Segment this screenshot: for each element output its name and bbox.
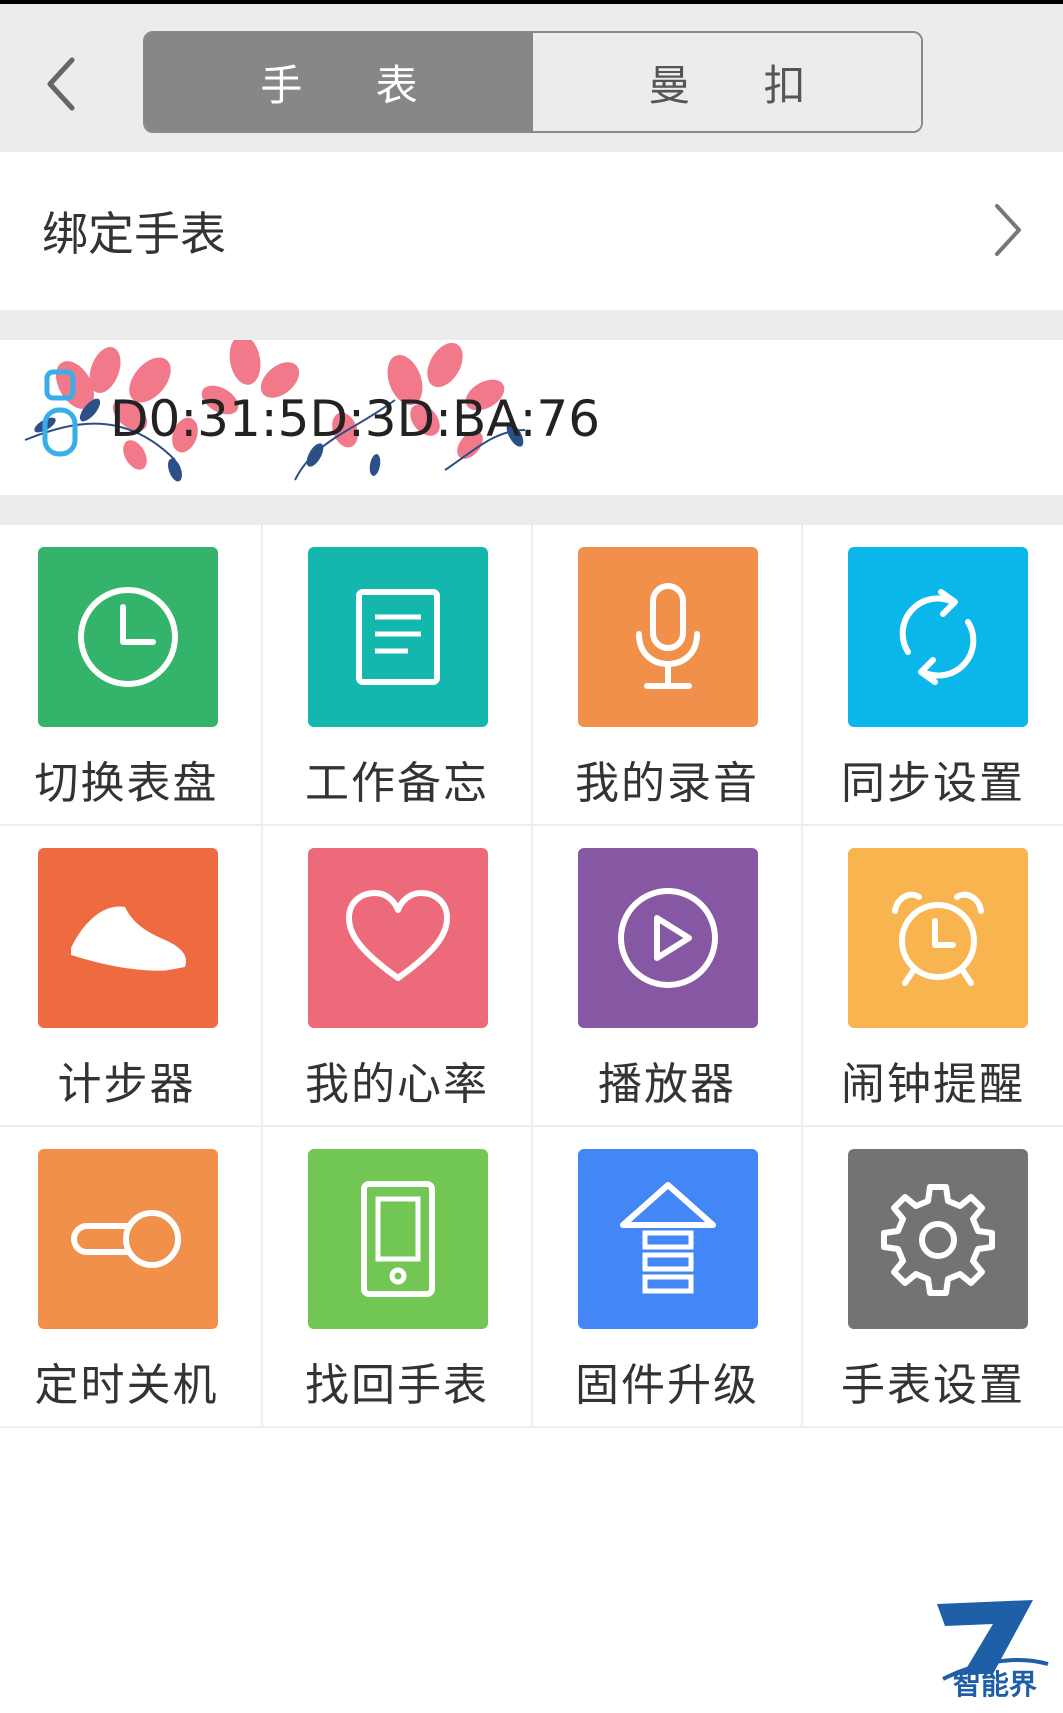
feature-tile [308,547,488,727]
bind-watch-row[interactable]: 绑定手表 [0,152,1063,310]
feature-tile [578,848,758,1028]
feature-label: 工作备忘 [305,758,489,809]
feature-label: 定时关机 [34,1360,219,1411]
feature-tile [578,1149,758,1329]
toggle-icon [71,1210,181,1268]
feature-find-watch[interactable]: 找回手表 [263,1127,533,1428]
feature-tile [308,1149,488,1329]
watermark-text: 智能界 [953,1668,1038,1701]
feature-label: 切换表盘 [34,758,219,809]
feature-tile [38,848,218,1028]
feature-label: 手表设置 [841,1360,1025,1411]
heart-icon [346,890,450,981]
alarm-clock-icon [892,891,984,986]
sneaker-icon [71,906,187,974]
tab-watch[interactable]: 手 表 [145,33,533,131]
feature-alarm-reminder[interactable]: 闹钟提醒 [803,826,1063,1127]
chevron-right-icon [995,204,1021,256]
feature-label: 我的录音 [575,758,759,809]
upgrade-icon [620,1182,716,1294]
tab-mankou[interactable]: 曼 扣 [533,33,921,131]
feature-label: 播放器 [598,1059,736,1110]
device-row[interactable]: D0:31:5D:3D:BA:76 [0,340,1063,495]
feature-player[interactable]: 播放器 [533,826,803,1127]
microphone-icon [636,583,700,689]
section-divider [0,495,1063,525]
device-type-segmented-control: 手 表 曼 扣 [143,31,923,133]
feature-tile [578,547,758,727]
feature-firmware-upgrade[interactable]: 固件升级 [533,1127,803,1428]
top-bar: 手 表 曼 扣 [0,0,1063,152]
feature-label: 固件升级 [575,1360,759,1411]
feature-sync-settings[interactable]: 同步设置 [803,525,1063,826]
device-mac-address: D0:31:5D:3D:BA:76 [110,390,601,448]
feature-label: 同步设置 [841,758,1025,809]
feature-grid: 切换表盘 工作备忘 我的录音 同步设置 计步器 我的心率 播放器 闹钟提醒 定时… [0,525,1063,1428]
feature-tile [38,1149,218,1329]
feature-tile [38,547,218,727]
feature-tile [308,848,488,1028]
feature-label: 闹钟提醒 [841,1059,1025,1110]
feature-label: 我的心率 [305,1059,489,1110]
bind-watch-label: 绑定手表 [42,207,226,261]
memo-icon [356,589,440,685]
feature-watch-settings[interactable]: 手表设置 [803,1127,1063,1428]
feature-pedometer[interactable]: 计步器 [0,826,263,1127]
section-divider [0,310,1063,340]
back-button[interactable] [30,44,90,124]
clock-icon [78,587,178,687]
feature-tile [848,848,1028,1028]
play-icon [618,888,718,988]
feature-label: 找回手表 [305,1360,489,1411]
feature-work-memo[interactable]: 工作备忘 [263,525,533,826]
feature-label: 计步器 [57,1059,196,1110]
watermark-logo: 智能界 [923,1594,1053,1709]
phone-icon [361,1181,435,1297]
feature-my-recordings[interactable]: 我的录音 [533,525,803,826]
sync-icon [899,589,977,685]
chevron-left-icon [47,57,75,111]
feature-switch-watchface[interactable]: 切换表盘 [0,525,263,826]
feature-tile [848,547,1028,727]
gear-icon [881,1184,995,1296]
feature-heart-rate[interactable]: 我的心率 [263,826,533,1127]
feature-tile [848,1149,1028,1329]
feature-scheduled-shutdown[interactable]: 定时关机 [0,1127,263,1428]
